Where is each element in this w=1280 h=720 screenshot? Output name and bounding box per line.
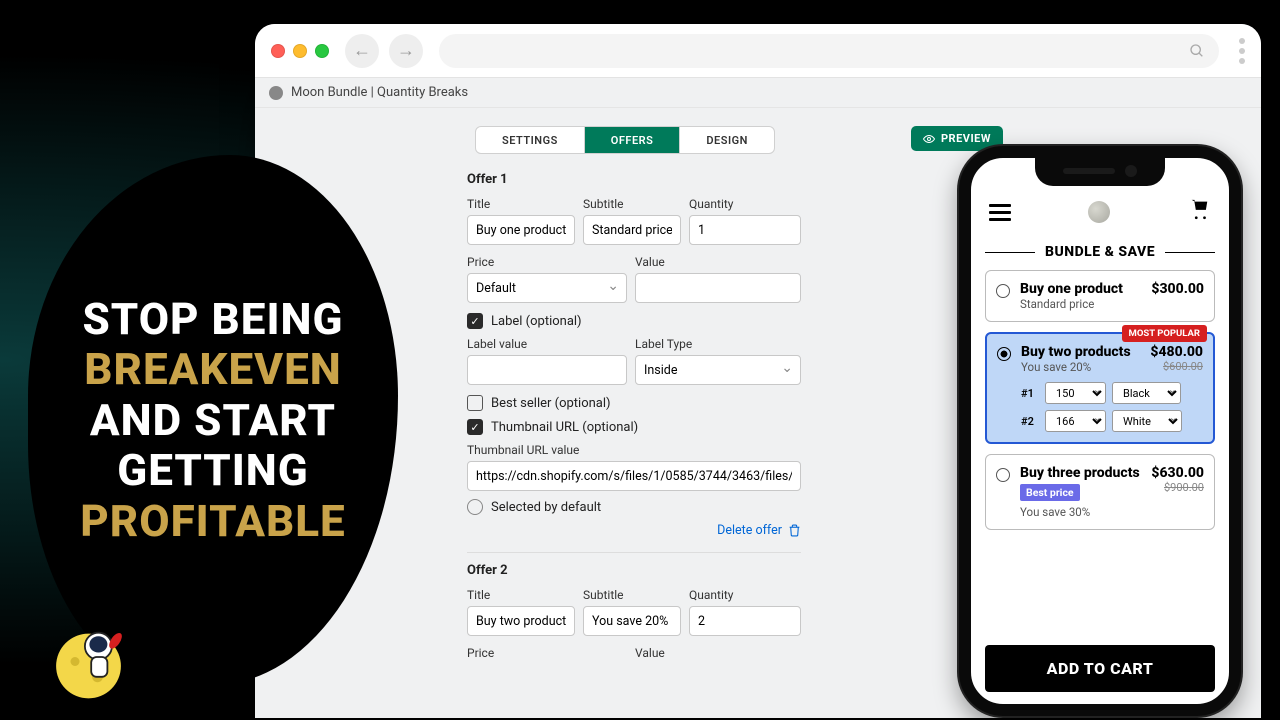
best-price-badge: Best price bbox=[1020, 484, 1080, 501]
offer-1-title-input[interactable] bbox=[467, 215, 575, 245]
variant-2-size[interactable]: 166 bbox=[1045, 410, 1106, 432]
bundle-save-heading: BUNDLE & SAVE bbox=[985, 244, 1215, 260]
browser-window: ← → Moon Bundle | Quantity Breaks SETTIN… bbox=[255, 24, 1261, 718]
minimize-window[interactable] bbox=[293, 44, 307, 58]
phone-notch bbox=[1035, 158, 1165, 186]
close-window[interactable] bbox=[271, 44, 285, 58]
offer-1-value-input[interactable] bbox=[635, 273, 801, 303]
bundle-offer-1[interactable]: Buy one product Standard price $300.00 bbox=[985, 270, 1215, 322]
thumbnail-url-input[interactable] bbox=[467, 461, 801, 491]
thumbnail-url-label: Thumbnail URL value bbox=[467, 443, 801, 457]
url-bar[interactable] bbox=[439, 34, 1219, 68]
offer-3-radio[interactable] bbox=[996, 468, 1010, 482]
astronaut-moon-logo bbox=[48, 612, 138, 702]
offer-2-heading: Offer 2 bbox=[467, 563, 801, 578]
thumbnail-checkbox[interactable]: ✓ bbox=[467, 419, 483, 435]
offer-divider bbox=[467, 552, 801, 553]
variant-1-size[interactable]: 150 bbox=[1045, 382, 1106, 404]
selected-default-radio[interactable] bbox=[467, 499, 483, 515]
label-value-input[interactable] bbox=[467, 355, 627, 385]
add-to-cart-button[interactable]: ADD TO CART bbox=[985, 645, 1215, 692]
offer-form-panel: Offer 1 Title Subtitle Quantity Price bbox=[467, 166, 801, 718]
nav-back-button[interactable]: ← bbox=[345, 34, 379, 68]
subtitle-label: Subtitle bbox=[583, 197, 681, 211]
cart-icon[interactable] bbox=[1187, 198, 1211, 226]
bundle-offer-2[interactable]: MOST POPULAR Buy two products You save 2… bbox=[985, 332, 1215, 444]
phone-preview: BUNDLE & SAVE Buy one product Standard p… bbox=[959, 146, 1241, 716]
tab-design[interactable]: DESIGN bbox=[679, 127, 774, 153]
store-logo-moon bbox=[1088, 201, 1110, 223]
price-label: Price bbox=[467, 255, 627, 269]
offer-2-subtitle-input[interactable] bbox=[583, 606, 681, 636]
offer-1-subtitle-input[interactable] bbox=[583, 215, 681, 245]
variant-1-color[interactable]: Black bbox=[1112, 382, 1181, 404]
bestseller-checkbox-text: Best seller (optional) bbox=[491, 396, 611, 411]
breadcrumb-text: Moon Bundle | Quantity Breaks bbox=[291, 85, 468, 100]
maximize-window[interactable] bbox=[315, 44, 329, 58]
label-type-select[interactable]: Inside bbox=[635, 355, 801, 385]
bundle-offer-3[interactable]: Buy three products Best price You save 3… bbox=[985, 454, 1215, 530]
app-content: SETTINGS OFFERS DESIGN PREVIEW Offer 1 T… bbox=[255, 108, 1261, 718]
title-label: Title bbox=[467, 197, 575, 211]
most-popular-badge: MOST POPULAR bbox=[1122, 325, 1207, 342]
nav-forward-button[interactable]: → bbox=[389, 34, 423, 68]
offer-1-radio[interactable] bbox=[996, 284, 1010, 298]
thumbnail-checkbox-text: Thumbnail URL (optional) bbox=[491, 420, 638, 435]
eye-icon bbox=[923, 133, 935, 145]
label-value-label: Label value bbox=[467, 337, 627, 351]
selected-default-text: Selected by default bbox=[491, 500, 601, 515]
search-icon bbox=[1189, 43, 1205, 59]
offer-2-quantity-input[interactable] bbox=[689, 606, 801, 636]
marketing-headline: STOP BEING BREAKEVEN AND START GETTING P… bbox=[68, 294, 358, 547]
browser-menu[interactable] bbox=[1239, 38, 1245, 64]
variant-2-color[interactable]: White bbox=[1112, 410, 1182, 432]
bestseller-checkbox[interactable] bbox=[467, 395, 483, 411]
offer-1-heading: Offer 1 bbox=[467, 172, 801, 187]
hamburger-icon[interactable] bbox=[989, 204, 1011, 221]
offer-2-title-input[interactable] bbox=[467, 606, 575, 636]
tab-settings[interactable]: SETTINGS bbox=[476, 127, 584, 153]
value-label: Value bbox=[635, 255, 801, 269]
offer-1-price-select[interactable]: Default bbox=[467, 273, 627, 303]
offer-1-quantity-input[interactable] bbox=[689, 215, 801, 245]
window-controls[interactable] bbox=[271, 44, 329, 58]
label-type-label: Label Type bbox=[635, 337, 801, 351]
quantity-label: Quantity bbox=[689, 197, 801, 211]
config-tabs: SETTINGS OFFERS DESIGN bbox=[475, 126, 775, 154]
browser-chrome: ← → bbox=[255, 24, 1261, 78]
label-checkbox[interactable]: ✓ bbox=[467, 313, 483, 329]
tab-offers[interactable]: OFFERS bbox=[584, 127, 680, 153]
trash-icon bbox=[788, 524, 801, 537]
label-checkbox-text: Label (optional) bbox=[491, 314, 582, 329]
offer-2-radio[interactable] bbox=[997, 347, 1011, 361]
globe-icon bbox=[269, 86, 283, 100]
delete-offer-link[interactable]: Delete offer bbox=[467, 523, 801, 538]
breadcrumb: Moon Bundle | Quantity Breaks bbox=[255, 78, 1261, 108]
